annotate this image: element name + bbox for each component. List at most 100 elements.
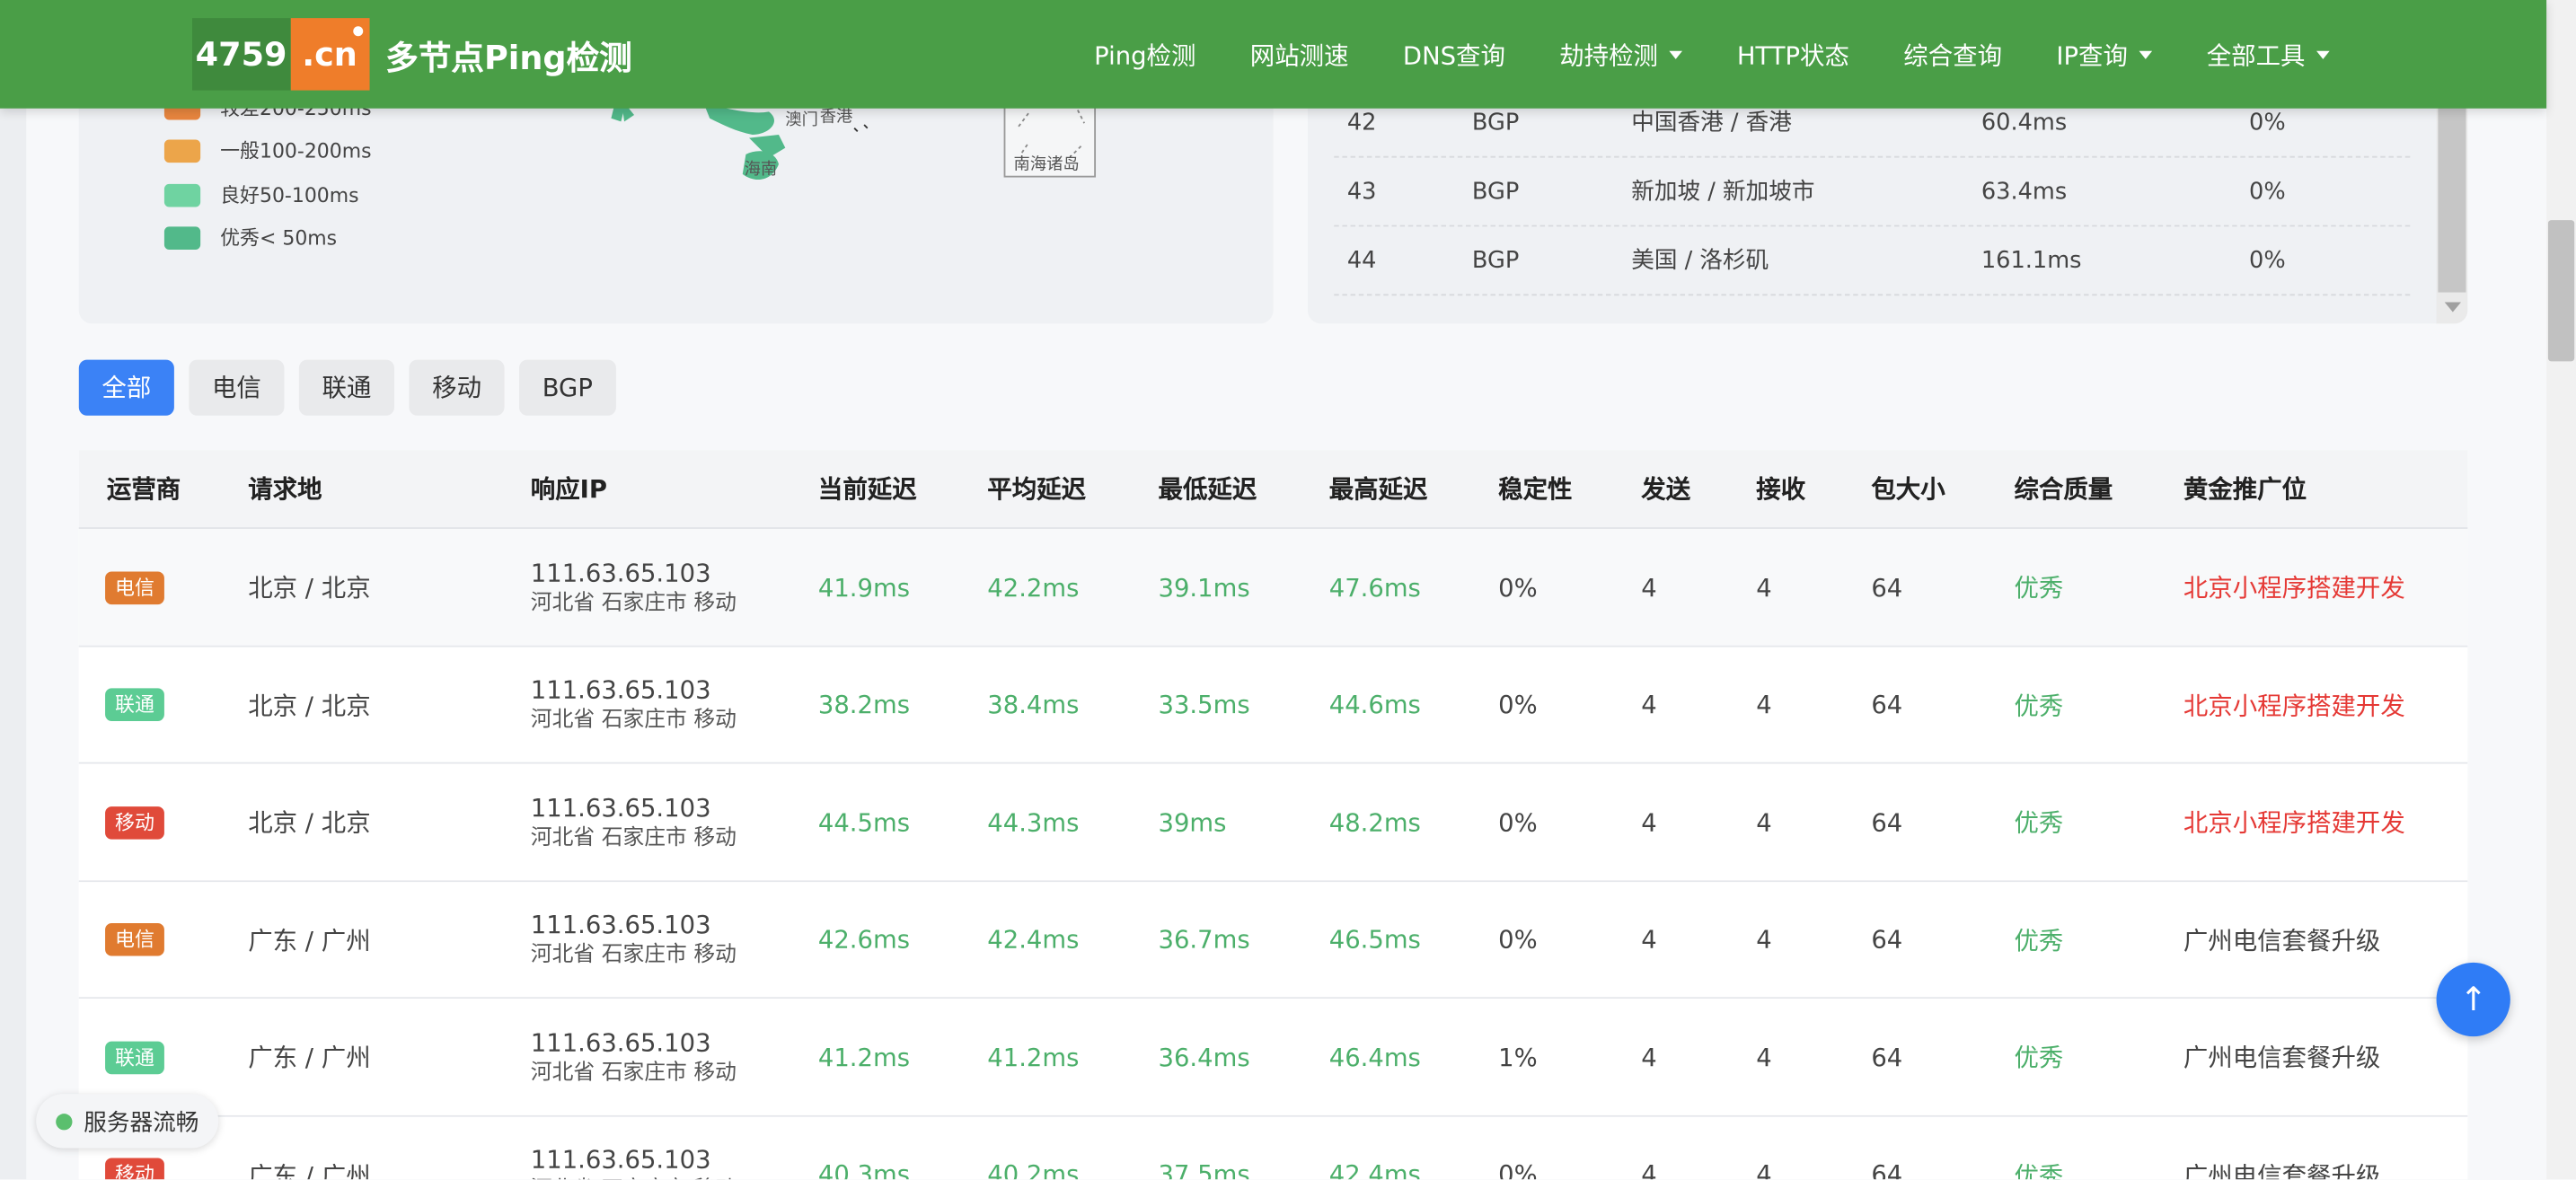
size-cell: 64	[1871, 807, 1903, 837]
response-ip: 111.63.65.103	[530, 910, 711, 940]
recv-cell: 4	[1756, 807, 1772, 837]
nav-item-1[interactable]: 网站测速	[1250, 37, 1349, 71]
filter-button-1[interactable]: 电信	[189, 359, 285, 416]
recv-cell: 4	[1756, 1042, 1772, 1072]
table-row[interactable]: 电信 北京 / 北京 111.63.65.103 河北省 石家庄市 移动 41.9ms 4…	[78, 528, 2468, 647]
sent-cell: 4	[1641, 1159, 1657, 1180]
server-status-text: 服务器流畅	[84, 1109, 199, 1136]
nav-item-label: 劫持检测	[1559, 40, 1659, 70]
min-latency-cell: 36.7ms	[1158, 924, 1250, 955]
page: 较差200-250ms一般100-200ms良好50-100ms优秀< 50ms…	[0, 0, 2576, 1180]
sent-cell: 4	[1641, 1042, 1657, 1072]
node-loss: 0%	[2249, 248, 2286, 275]
chevron-down-icon	[2139, 49, 2153, 58]
avg-latency-cell: 42.4ms	[987, 924, 1080, 955]
ip-cell: 111.63.65.103河北省 石家庄市 移动	[531, 881, 737, 998]
table-header: 运营商 请求地 响应IP 当前延迟 平均延迟 最低延迟 最高延迟 稳定性 发送 …	[78, 450, 2468, 529]
table-row[interactable]: 电信 广东 / 广州 111.63.65.103 河北省 石家庄市 移动 42.6ms 4…	[78, 881, 2468, 999]
header-ip[interactable]: 响应IP	[531, 450, 607, 529]
promo-link[interactable]: 广州电信套餐升级	[2183, 1116, 2381, 1179]
carrier-badge: 联通	[105, 1040, 164, 1074]
node-line: BGP	[1471, 179, 1520, 206]
node-id: 43	[1346, 179, 1377, 206]
size-cell: 64	[1871, 1159, 1903, 1180]
table-row[interactable]: 联通 广东 / 广州 111.63.65.103 河北省 石家庄市 移动 41.2ms 4…	[78, 999, 2468, 1116]
promo-link[interactable]: 北京小程序搭建开发	[2183, 647, 2405, 763]
node-list-row[interactable]: 43 BGP 新加坡 / 新加坡市 63.4ms 0%	[1334, 158, 2411, 227]
header-current-latency[interactable]: 当前延迟	[818, 450, 917, 529]
site-logo[interactable]: 4759 .cn 多节点Ping检测	[192, 18, 632, 91]
response-ip: 111.63.65.103	[530, 1027, 711, 1058]
back-to-top-button[interactable]: ↑	[2436, 962, 2510, 1037]
promo-link[interactable]: 广州电信套餐升级	[2183, 999, 2381, 1115]
carrier-cell: 电信	[105, 529, 164, 646]
avg-latency-cell: 40.2ms	[987, 1159, 1080, 1180]
carrier-badge: 电信	[105, 570, 164, 604]
filter-button-0[interactable]: 全部	[78, 359, 174, 416]
filter-button-4[interactable]: BGP	[519, 359, 616, 416]
promo-link[interactable]: 广州电信套餐升级	[2183, 881, 2381, 998]
origin-cell: 北京 / 北京	[248, 691, 371, 721]
header-max-latency[interactable]: 最高延迟	[1329, 450, 1428, 529]
top-navbar: 4759 .cn 多节点Ping检测 Ping检测 网站测速 DNS查询 劫持检测 HT…	[0, 0, 2547, 109]
header-avg-latency[interactable]: 平均延迟	[987, 450, 1086, 529]
ip-location: 河北省 石家庄市 移动	[530, 708, 737, 733]
max-latency-cell: 44.6ms	[1328, 690, 1421, 720]
scroll-down-arrow-icon[interactable]	[2444, 302, 2461, 313]
size-cell: 64	[1871, 924, 1903, 955]
nav-item-7[interactable]: 全部工具	[2207, 37, 2330, 71]
ip-cell: 111.63.65.103河北省 石家庄市 移动	[531, 647, 737, 763]
node-line: BGP	[1471, 248, 1520, 275]
current-latency-cell: 42.6ms	[817, 924, 911, 955]
header-packet-size[interactable]: 包大小	[1871, 450, 1945, 529]
header-carrier[interactable]: 运营商	[107, 450, 181, 529]
header-stability[interactable]: 稳定性	[1498, 450, 1572, 529]
nav-item-3[interactable]: 劫持检测	[1559, 37, 1683, 71]
nav-item-label: 综合查询	[1903, 40, 2003, 70]
current-latency-cell: 44.5ms	[817, 807, 911, 837]
table-body: 电信 北京 / 北京 111.63.65.103 河北省 石家庄市 移动 41.9ms 4…	[78, 528, 2468, 1180]
max-latency-cell: 46.5ms	[1328, 924, 1421, 955]
nav-item-2[interactable]: DNS查询	[1403, 37, 1505, 71]
left-edge	[0, 0, 27, 1180]
origin-cell: 广东 / 广州	[248, 1160, 371, 1180]
avg-latency-cell: 41.2ms	[987, 1042, 1080, 1072]
recv-cell: 4	[1756, 690, 1772, 720]
max-latency-cell: 46.4ms	[1328, 1042, 1421, 1072]
south-sea-label: 南海诸岛	[1013, 155, 1080, 174]
avg-latency-cell: 42.2ms	[987, 572, 1080, 603]
ip-cell: 111.63.65.103河北省 石家庄市 移动	[531, 529, 737, 646]
filter-button-3[interactable]: 移动	[409, 359, 505, 416]
header-origin[interactable]: 请求地	[248, 450, 322, 529]
nav-item-0[interactable]: Ping检测	[1094, 37, 1195, 71]
table-row[interactable]: 移动 北京 / 北京 111.63.65.103 河北省 石家庄市 移动 44.5ms 4…	[78, 763, 2468, 882]
nav-item-6[interactable]: IP查询	[2056, 37, 2153, 71]
current-latency-cell: 41.2ms	[817, 1042, 911, 1072]
ip-cell: 111.63.65.103河北省 石家庄市 移动	[531, 1116, 737, 1179]
promo-link[interactable]: 北京小程序搭建开发	[2183, 529, 2405, 646]
header-sent[interactable]: 发送	[1641, 450, 1690, 529]
header-min-latency[interactable]: 最低延迟	[1159, 450, 1257, 529]
stability-cell: 0%	[1498, 572, 1538, 603]
header-received[interactable]: 接收	[1756, 450, 1805, 529]
nav-item-4[interactable]: HTTP状态	[1737, 37, 1849, 71]
node-list-row[interactable]: 44 BGP 美国 / 洛杉矶 161.1ms 0%	[1334, 226, 2411, 296]
chevron-down-icon	[1669, 49, 1683, 58]
nav-item-5[interactable]: 综合查询	[1903, 37, 2002, 71]
table-row[interactable]: 联通 北京 / 北京 111.63.65.103 河北省 石家庄市 移动 38.2ms 3…	[78, 646, 2468, 764]
page-scroll-thumb[interactable]	[2547, 220, 2575, 362]
status-dot-icon	[56, 1113, 73, 1130]
origin-cell: 广东 / 广州	[248, 925, 371, 955]
filter-button-2[interactable]: 联通	[298, 359, 395, 416]
page-scrollbar[interactable]	[2546, 0, 2576, 1180]
sent-cell: 4	[1641, 924, 1657, 955]
nav-item-label: HTTP状态	[1736, 40, 1849, 70]
logo-number: 4759	[192, 18, 291, 91]
node-location: 新加坡 / 新加坡市	[1631, 179, 1815, 206]
avg-latency-cell: 38.4ms	[987, 690, 1080, 720]
origin-cell: 北京 / 北京	[248, 573, 371, 603]
promo-link[interactable]: 北京小程序搭建开发	[2183, 764, 2405, 881]
header-quality[interactable]: 综合质量	[2014, 450, 2113, 529]
ip-location: 河北省 石家庄市 移动	[530, 590, 737, 615]
table-row[interactable]: 移动 广东 / 广州 111.63.65.103河北省 石家庄市 移动 40.3ms 4…	[78, 1115, 2468, 1180]
